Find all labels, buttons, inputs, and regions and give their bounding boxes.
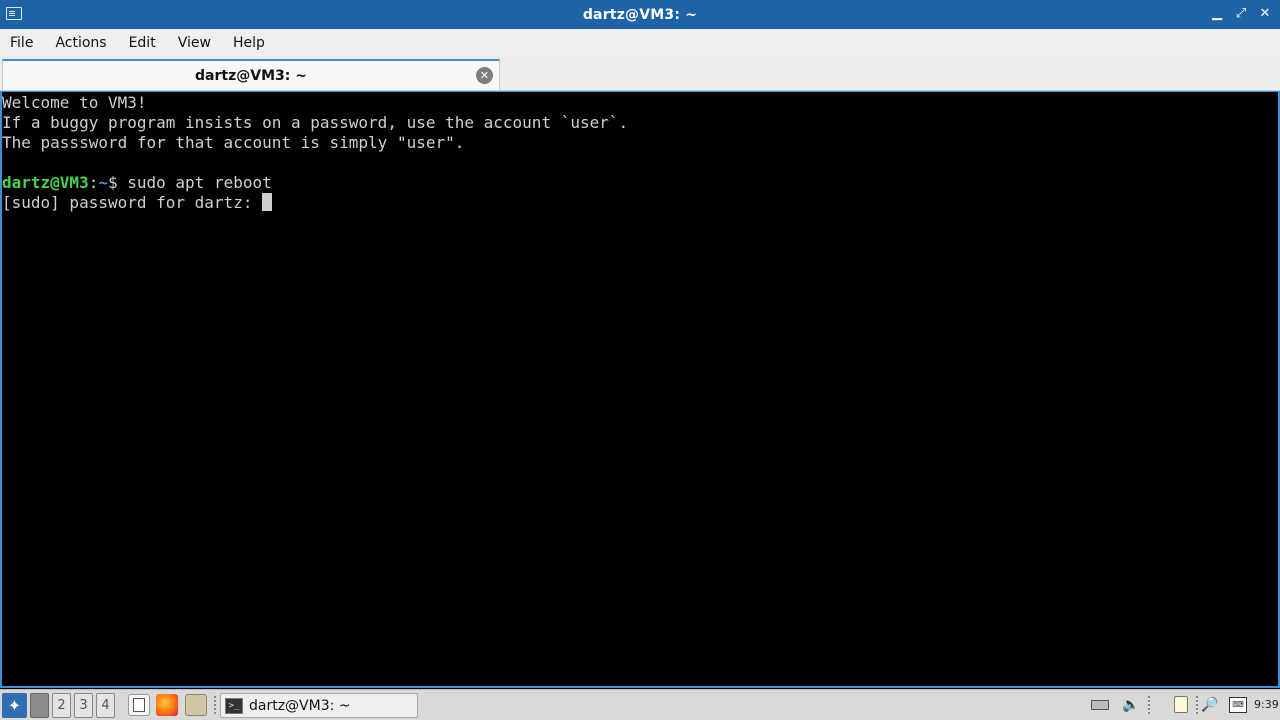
menu-actions[interactable]: Actions xyxy=(47,35,114,51)
taskbar-separator xyxy=(214,696,216,714)
terminal-line: Welcome to VM3! xyxy=(2,93,147,112)
window-title: dartz@VM3: ~ xyxy=(582,6,698,23)
volume-icon[interactable]: 🔈 xyxy=(1121,695,1141,715)
menu-file[interactable]: File xyxy=(2,35,41,51)
taskbar-terminal-task[interactable]: >_ dartz@VM3: ~ xyxy=(220,693,418,718)
desktop-2-button[interactable]: 2 xyxy=(52,693,71,718)
menu-bar: File Actions Edit View Help xyxy=(0,29,1280,57)
sudo-password-line: [sudo] password for dartz: xyxy=(2,193,1278,213)
tab-label: dartz@VM3: ~ xyxy=(195,67,307,84)
file-manager-launcher-icon[interactable] xyxy=(128,694,150,716)
prompt-separator: : xyxy=(88,173,99,192)
desktop-1-button[interactable] xyxy=(30,693,49,718)
close-button[interactable]: ✕ xyxy=(1258,6,1272,22)
taskbar: ✦ 2 3 4 >_ dartz@VM3: ~ 🔈 🔎 ⌨ 9:39 xyxy=(0,689,1280,720)
firefox-launcher-icon[interactable] xyxy=(156,694,178,716)
menu-help[interactable]: Help xyxy=(225,35,273,51)
start-menu-icon: ✦ xyxy=(7,696,22,715)
tab-close-icon[interactable]: ✕ xyxy=(476,67,493,84)
desktop-4-button[interactable]: 4 xyxy=(96,693,115,718)
keyboard-layout-icon[interactable]: ⌨ xyxy=(1228,695,1248,715)
maximize-button[interactable]: ⤢ xyxy=(1234,6,1248,22)
terminal-line: If a buggy program insists on a password… xyxy=(2,113,629,132)
sudo-prompt: [sudo] password for dartz: xyxy=(2,193,263,212)
menu-edit[interactable]: Edit xyxy=(121,35,164,51)
minimize-button[interactable]: ▁ xyxy=(1210,6,1224,22)
desktop-3-button[interactable]: 3 xyxy=(74,693,93,718)
home-folder-launcher-icon[interactable] xyxy=(185,694,207,716)
prompt-path: ~ xyxy=(98,173,108,192)
menu-view[interactable]: View xyxy=(170,35,219,51)
terminal-line: The passsword for that account is simply… xyxy=(2,133,465,152)
terminal-window-icon[interactable] xyxy=(6,7,22,20)
terminal-task-icon: >_ xyxy=(225,697,243,714)
clock[interactable]: 9:39 xyxy=(1254,698,1280,720)
text-cursor[interactable] xyxy=(262,193,273,211)
prompt-symbol: $ xyxy=(107,173,128,192)
tray-separator xyxy=(1148,696,1150,714)
window-titlebar[interactable]: dartz@VM3: ~ ▁ ⤢ ✕ xyxy=(0,0,1280,29)
start-menu-button[interactable]: ✦ xyxy=(2,693,27,718)
search-icon[interactable]: 🔎 xyxy=(1200,695,1220,715)
prompt-line: dartz@VM3:~$ sudo apt reboot xyxy=(2,173,1278,193)
tab-bar: dartz@VM3: ~ ✕ xyxy=(0,57,1280,91)
typed-command: sudo apt reboot xyxy=(127,173,272,192)
terminal-area[interactable]: Welcome to VM3! If a buggy program insis… xyxy=(0,91,1280,688)
task-label: dartz@VM3: ~ xyxy=(249,697,351,714)
terminal-tab[interactable]: dartz@VM3: ~ ✕ xyxy=(2,59,500,90)
battery-icon[interactable] xyxy=(1090,695,1110,715)
window-controls: ▁ ⤢ ✕ xyxy=(1210,6,1272,22)
tray-separator xyxy=(1196,696,1198,714)
clipboard-icon[interactable] xyxy=(1171,695,1191,715)
prompt-user: dartz@VM3 xyxy=(2,173,89,192)
